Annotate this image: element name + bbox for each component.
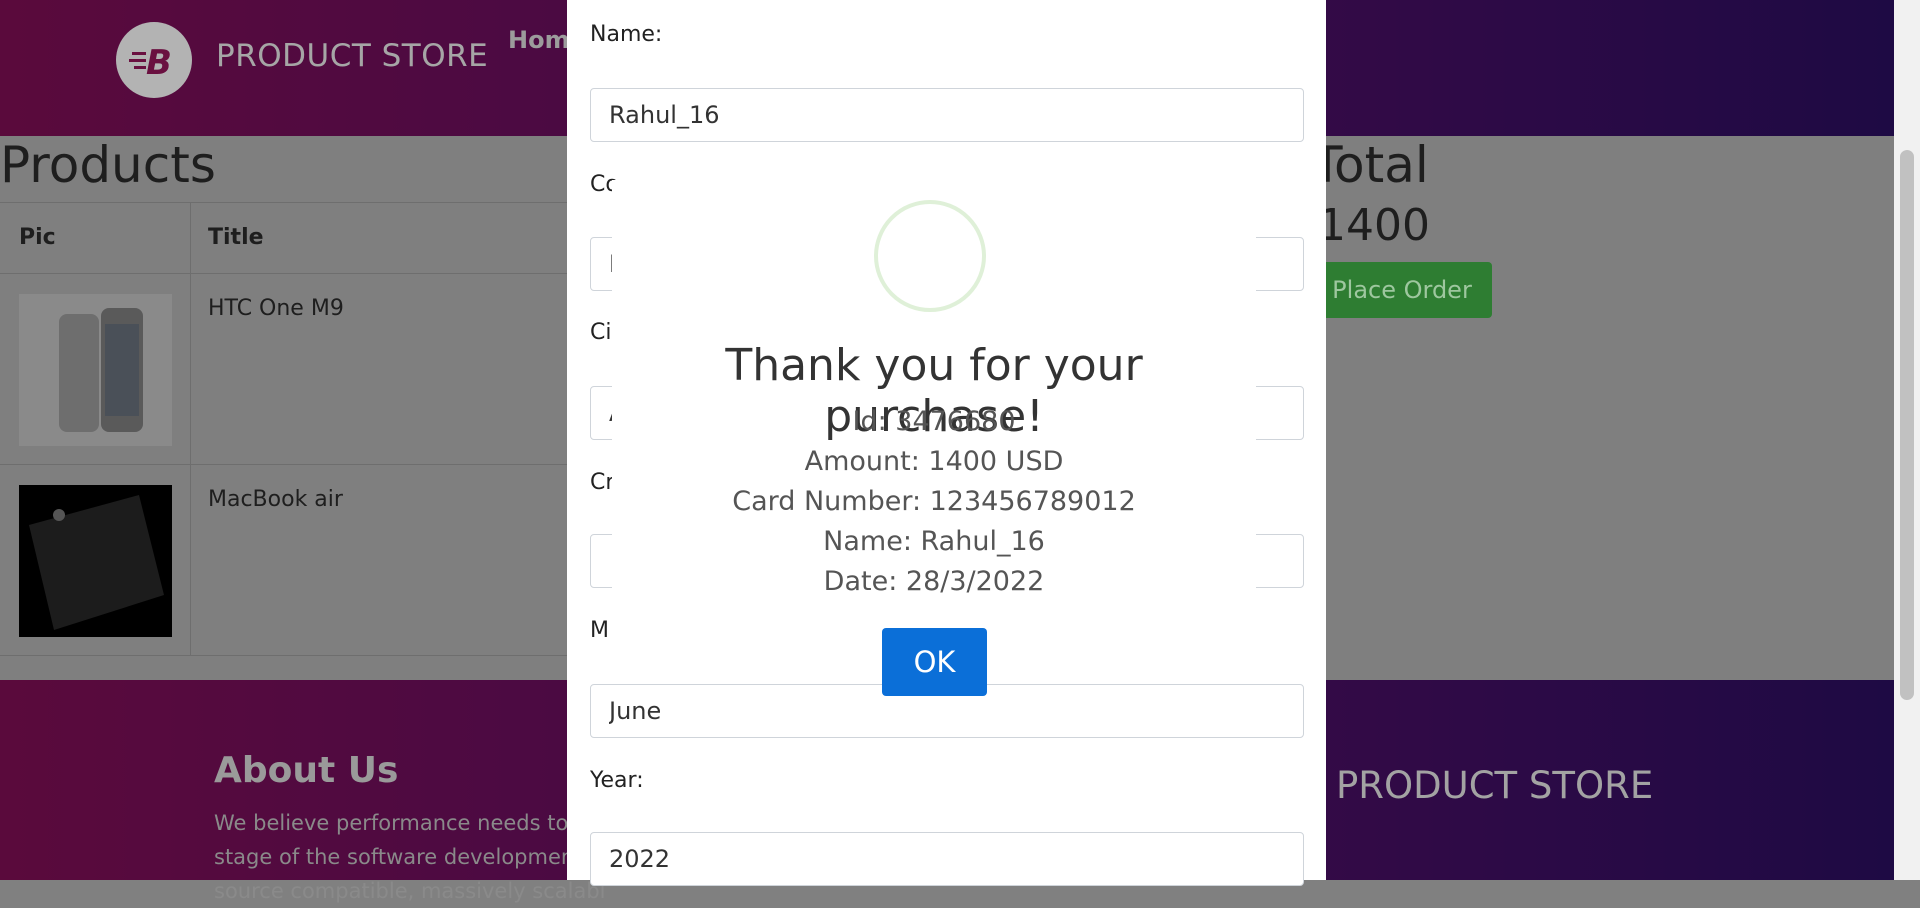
svg-text:B: B [146,43,172,80]
phone-image-icon [59,308,143,432]
product-image-htc [19,294,172,446]
order-id: Id: 3476680 [852,406,1016,437]
total-heading: Total [1312,136,1429,194]
name-input[interactable] [590,88,1304,142]
total-value: 1400 [1318,200,1430,251]
order-card-number: Card Number: 123456789012 [732,486,1136,517]
about-us-heading: About Us [214,750,399,791]
place-order-button[interactable]: Place Order [1312,262,1492,318]
column-header-pic: Pic [19,225,56,250]
page-scrollbar[interactable] [1894,0,1920,880]
city-label: Ci [590,320,612,345]
product-title: MacBook air [208,487,343,512]
table-header-row: Pic Title [0,203,570,274]
products-table: Pic Title HTC One M9 MacBook air [0,202,570,656]
brand-name[interactable]: PRODUCT STORE [216,38,488,74]
store-logo[interactable]: B [116,22,192,98]
table-row: HTC One M9 [0,274,570,465]
ok-button[interactable]: OK [882,628,987,696]
laptop-image-icon [29,495,164,630]
about-line: We believe performance needs to be [214,811,602,835]
credit-card-label: Cr [590,470,615,495]
column-header-title: Title [208,225,264,250]
month-label: M [590,618,609,643]
scrollbar-thumb[interactable] [1900,150,1914,700]
logo-b-icon: B [129,43,172,80]
year-label: Year: [590,768,644,793]
about-line: stage of the software development c [214,845,601,869]
footer-brand: PRODUCT STORE [1336,764,1654,807]
product-image-macbook [19,485,172,637]
name-label: Name: [590,22,663,47]
product-title: HTC One M9 [208,296,344,321]
order-amount: Amount: 1400 USD [804,446,1064,477]
purchase-success-dialog: Thank you for your purchase! Id: 3476680… [612,180,1256,696]
products-heading: Products [0,136,216,194]
success-circle-icon [874,200,986,312]
order-date: Date: 28/3/2022 [823,566,1045,597]
about-us-text: We believe performance needs to be stage… [214,806,606,908]
about-line: source compatible, massively scalabl [214,879,606,903]
purchase-details: Id: 3476680 Amount: 1400 USD Card Number… [612,402,1256,602]
table-row: MacBook air [0,465,570,656]
year-input[interactable] [590,832,1304,886]
order-name: Name: Rahul_16 [823,526,1045,557]
